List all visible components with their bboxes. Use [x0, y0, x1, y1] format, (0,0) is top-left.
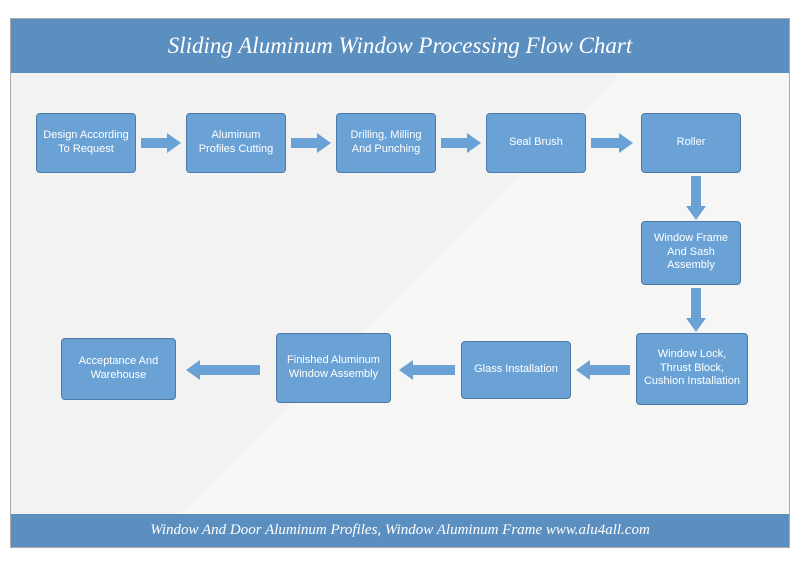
arrow-right-icon: [591, 133, 633, 153]
node-lock-thrust-cushion: Window Lock, Thrust Block, Cushion Insta…: [636, 333, 748, 405]
arrow-left-icon: [576, 360, 630, 380]
header-title: Sliding Aluminum Window Processing Flow …: [168, 33, 633, 58]
arrow-left-icon: [399, 360, 455, 380]
node-design-request: Design According To Request: [36, 113, 136, 173]
arrow-left-icon: [186, 360, 260, 380]
footer-bar: Window And Door Aluminum Profiles, Windo…: [11, 514, 789, 547]
node-label: Acceptance And Warehouse: [68, 355, 169, 383]
node-label: Finished Aluminum Window Assembly: [283, 354, 384, 382]
arrow-down-icon: [686, 288, 706, 332]
node-label: Design According To Request: [43, 129, 129, 157]
diagram-frame: Sliding Aluminum Window Processing Flow …: [10, 18, 790, 548]
node-frame-sash-assembly: Window Frame And Sash Assembly: [641, 221, 741, 285]
node-label: Window Frame And Sash Assembly: [648, 232, 734, 273]
node-label: Roller: [677, 136, 706, 150]
node-acceptance-warehouse: Acceptance And Warehouse: [61, 338, 176, 400]
node-profiles-cutting: Aluminum Profiles Cutting: [186, 113, 286, 173]
flow-canvas: Design According To Request Aluminum Pro…: [11, 73, 789, 514]
arrow-right-icon: [141, 133, 181, 153]
node-roller: Roller: [641, 113, 741, 173]
node-label: Aluminum Profiles Cutting: [193, 129, 279, 157]
node-finished-assembly: Finished Aluminum Window Assembly: [276, 333, 391, 403]
arrow-down-icon: [686, 176, 706, 220]
arrow-right-icon: [291, 133, 331, 153]
node-label: Drilling, Milling And Punching: [343, 129, 429, 157]
node-drilling-milling: Drilling, Milling And Punching: [336, 113, 436, 173]
arrow-right-icon: [441, 133, 481, 153]
node-label: Seal Brush: [509, 136, 563, 150]
footer-text: Window And Door Aluminum Profiles, Windo…: [150, 522, 650, 538]
node-label: Glass Installation: [474, 363, 558, 377]
node-label: Window Lock, Thrust Block, Cushion Insta…: [643, 348, 741, 389]
node-seal-brush: Seal Brush: [486, 113, 586, 173]
node-glass-installation: Glass Installation: [461, 341, 571, 399]
header-bar: Sliding Aluminum Window Processing Flow …: [11, 19, 789, 73]
